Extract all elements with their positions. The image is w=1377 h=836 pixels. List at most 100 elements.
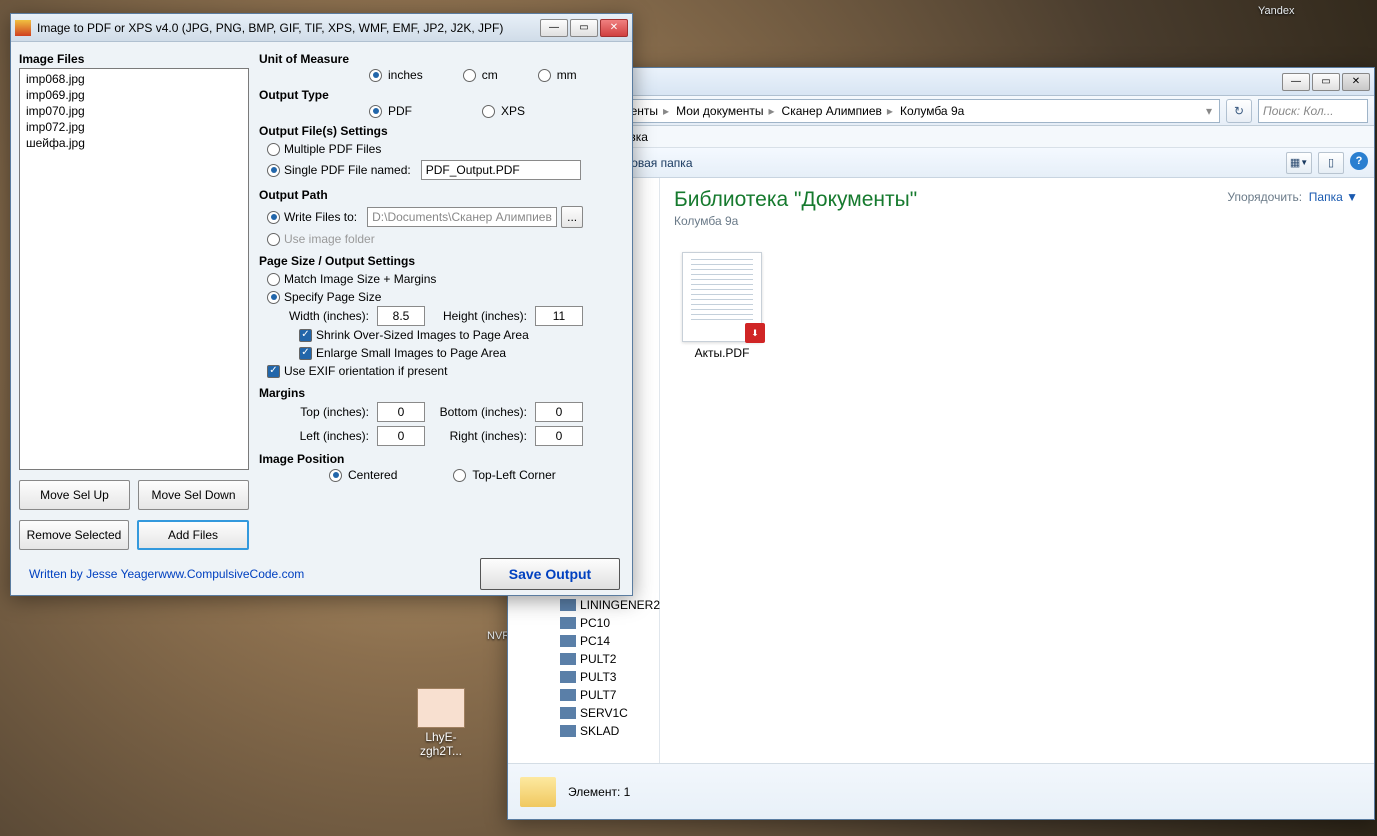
computer-icon	[560, 689, 576, 701]
output-path-input[interactable]	[367, 207, 557, 227]
unit-cm-radio[interactable]	[463, 69, 476, 82]
app-titlebar[interactable]: Image to PDF or XPS v4.0 (JPG, PNG, BMP,…	[11, 14, 632, 42]
file-thumbnail	[417, 688, 465, 728]
desktop-file-label: LhyE-zgh2T...	[410, 730, 472, 758]
computer-icon	[560, 707, 576, 719]
save-output-button[interactable]: Save Output	[480, 558, 620, 590]
maximize-button[interactable]: ▭	[1312, 73, 1340, 91]
author-link[interactable]: Written by Jesse Yeager	[29, 567, 158, 581]
unit-mm-radio[interactable]	[538, 69, 551, 82]
match-size-radio[interactable]	[267, 273, 280, 286]
write-files-radio[interactable]	[267, 211, 280, 224]
width-label: Width (inches):	[285, 309, 369, 323]
explorer-titlebar[interactable]: — ▭ ✕	[508, 68, 1374, 96]
exif-check[interactable]	[267, 365, 280, 378]
add-files-button[interactable]: Add Files	[137, 520, 249, 550]
image-files-list[interactable]: imp068.jpg imp069.jpg imp070.jpg imp072.…	[19, 68, 249, 470]
tree-item[interactable]: SKLAD	[540, 722, 662, 740]
breadcrumb-dropdown-icon[interactable]: ▾	[1203, 104, 1215, 118]
explorer-toolbar: Общий доступ ▼ Новая папка ▦ ▼ ▯ ?	[508, 148, 1374, 178]
tree-item[interactable]: SERV1C	[540, 704, 662, 722]
image-files-label: Image Files	[19, 52, 249, 66]
tree-item[interactable]: PULT3	[540, 668, 662, 686]
margin-bottom-input[interactable]	[535, 402, 583, 422]
browse-button[interactable]: ...	[561, 206, 583, 228]
preview-pane-button[interactable]: ▯	[1318, 152, 1344, 174]
site-link[interactable]: www.CompulsiveCode.com	[158, 567, 304, 581]
minimize-button[interactable]: —	[540, 19, 568, 37]
output-path-label: Output Path	[259, 188, 624, 202]
move-down-button[interactable]: Move Sel Down	[138, 480, 249, 510]
page-height-input[interactable]	[535, 306, 583, 326]
enlarge-check[interactable]	[299, 347, 312, 360]
pdf-badge-icon: ⬇	[745, 323, 765, 343]
image-position-label: Image Position	[259, 452, 624, 466]
explorer-content-pane[interactable]: Библиотека "Документы" Колумба 9а Упоряд…	[660, 178, 1374, 763]
tree-item[interactable]: PULT7	[540, 686, 662, 704]
computer-icon	[560, 671, 576, 683]
use-image-folder-radio[interactable]	[267, 233, 280, 246]
breadcrumb-seg[interactable]: Колумба 9а	[900, 104, 964, 118]
margin-top-label: Top (inches):	[285, 405, 369, 419]
type-xps-radio[interactable]	[482, 105, 495, 118]
close-button[interactable]: ✕	[1342, 73, 1370, 91]
breadcrumb-seg[interactable]: Сканер Алимпиев	[782, 104, 882, 118]
breadcrumb-seg[interactable]: Мои документы	[676, 104, 763, 118]
status-text: Элемент: 1	[568, 785, 630, 799]
remove-selected-button[interactable]: Remove Selected	[19, 520, 129, 550]
help-button[interactable]: ?	[1350, 152, 1368, 170]
file-item[interactable]: ⬇ Акты.PDF	[674, 252, 770, 360]
tree-overflow: LININGENER2 PC10 PC14 PULT2 PULT3 PULT7 …	[540, 596, 662, 740]
folder-icon	[520, 777, 556, 807]
toolbar-new-folder[interactable]: Новая папка	[623, 156, 693, 170]
computer-icon	[560, 653, 576, 665]
computer-icon	[560, 617, 576, 629]
tree-item[interactable]: PC10	[540, 614, 662, 632]
margin-left-input[interactable]	[377, 426, 425, 446]
maximize-button[interactable]: ▭	[570, 19, 598, 37]
list-item[interactable]: imp070.jpg	[24, 103, 244, 119]
tree-item[interactable]: PC14	[540, 632, 662, 650]
centered-radio[interactable]	[329, 469, 342, 482]
list-item[interactable]: imp068.jpg	[24, 71, 244, 87]
output-files-label: Output File(s) Settings	[259, 124, 624, 138]
search-input[interactable]: Поиск: Кол...	[1258, 99, 1368, 123]
pdf-thumbnail: ⬇	[682, 252, 762, 342]
arrange-by[interactable]: Упорядочить: Папка ▼	[1227, 190, 1358, 204]
explorer-menu: ид Сервис Справка	[508, 126, 1374, 148]
list-item[interactable]: шейфа.jpg	[24, 135, 244, 151]
shrink-check[interactable]	[299, 329, 312, 342]
desktop-shortcut-yandex[interactable]: Yandex	[1258, 5, 1295, 17]
tree-item[interactable]: PULT2	[540, 650, 662, 668]
computer-icon	[560, 725, 576, 737]
unit-inches-radio[interactable]	[369, 69, 382, 82]
specify-size-radio[interactable]	[267, 291, 280, 304]
page-size-label: Page Size / Output Settings	[259, 254, 624, 268]
tree-item[interactable]: LININGENER2	[540, 596, 662, 614]
app-title: Image to PDF or XPS v4.0 (JPG, PNG, BMP,…	[37, 21, 540, 35]
view-mode-button[interactable]: ▦ ▼	[1286, 152, 1312, 174]
explorer-statusbar: Элемент: 1	[508, 763, 1374, 819]
top-left-radio[interactable]	[453, 469, 466, 482]
margin-right-input[interactable]	[535, 426, 583, 446]
move-up-button[interactable]: Move Sel Up	[19, 480, 130, 510]
type-pdf-radio[interactable]	[369, 105, 382, 118]
margin-top-input[interactable]	[377, 402, 425, 422]
single-pdf-radio[interactable]	[267, 164, 280, 177]
list-item[interactable]: imp069.jpg	[24, 87, 244, 103]
multi-pdf-radio[interactable]	[267, 143, 280, 156]
minimize-button[interactable]: —	[1282, 73, 1310, 91]
explorer-nav-row: иблиотеки▸ Документы▸ Мои документы▸ Ска…	[508, 96, 1374, 126]
computer-icon	[560, 635, 576, 647]
list-item[interactable]: imp072.jpg	[24, 119, 244, 135]
height-label: Height (inches):	[433, 309, 527, 323]
margins-label: Margins	[259, 386, 624, 400]
image-to-pdf-window: Image to PDF or XPS v4.0 (JPG, PNG, BMP,…	[10, 13, 633, 596]
library-subtitle: Колумба 9а	[674, 214, 1360, 228]
margin-bottom-label: Bottom (inches):	[433, 405, 527, 419]
refresh-button[interactable]: ↻	[1226, 99, 1252, 123]
page-width-input[interactable]	[377, 306, 425, 326]
desktop-file-icon[interactable]: LhyE-zgh2T...	[410, 688, 472, 758]
close-button[interactable]: ✕	[600, 19, 628, 37]
single-pdf-name-input[interactable]	[421, 160, 581, 180]
